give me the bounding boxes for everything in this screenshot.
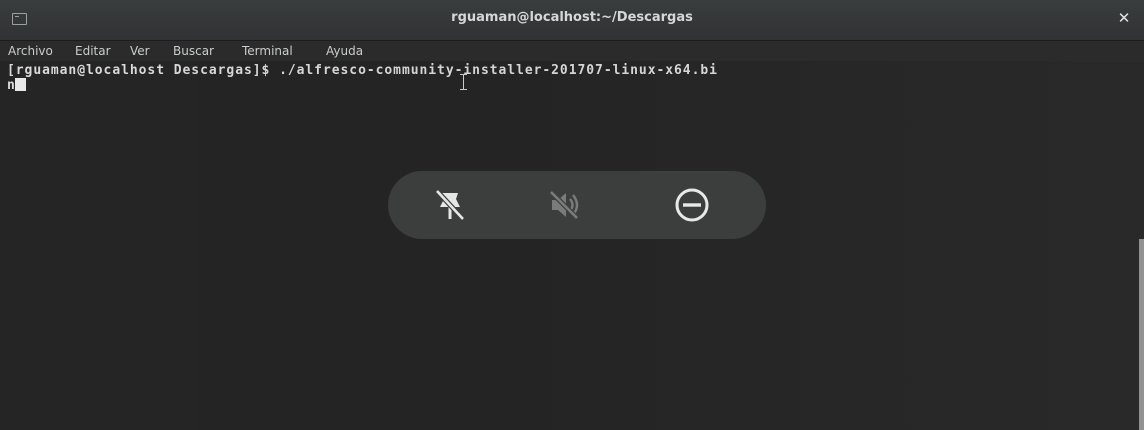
command-line-continuation: n [7, 78, 26, 93]
volume-muted-icon [549, 190, 579, 220]
menu-archivo[interactable]: Archivo [8, 44, 53, 58]
do-not-disturb-icon [675, 188, 709, 222]
title-bar[interactable]: rguaman@localhost:~/Descargas ✕ [0, 0, 1144, 41]
notifications-disabled-icon [435, 189, 465, 221]
terminal-window: rguaman@localhost:~/Descargas ✕ Archivo … [0, 0, 1144, 430]
menu-ayuda[interactable]: Ayuda [326, 44, 363, 58]
command-line: [rguaman@localhost Descargas]$ ./alfresc… [7, 63, 718, 78]
text-cursor [14, 78, 26, 91]
terminal-area[interactable]: [rguaman@localhost Descargas]$ ./alfresc… [0, 61, 1144, 430]
scrollbar[interactable] [1139, 239, 1144, 430]
menu-bar: Archivo Editar Ver Buscar Terminal Ayuda [0, 41, 1144, 61]
status-osd [388, 171, 766, 239]
wrapped-text: n [7, 78, 15, 93]
menu-buscar[interactable]: Buscar [173, 44, 214, 58]
menu-editar[interactable]: Editar [75, 44, 111, 58]
close-icon[interactable]: ✕ [1116, 10, 1132, 26]
menu-terminal[interactable]: Terminal [242, 44, 293, 58]
menu-ver[interactable]: Ver [130, 44, 150, 58]
window-title: rguaman@localhost:~/Descargas [451, 10, 693, 25]
ibeam-cursor-icon [460, 74, 467, 90]
